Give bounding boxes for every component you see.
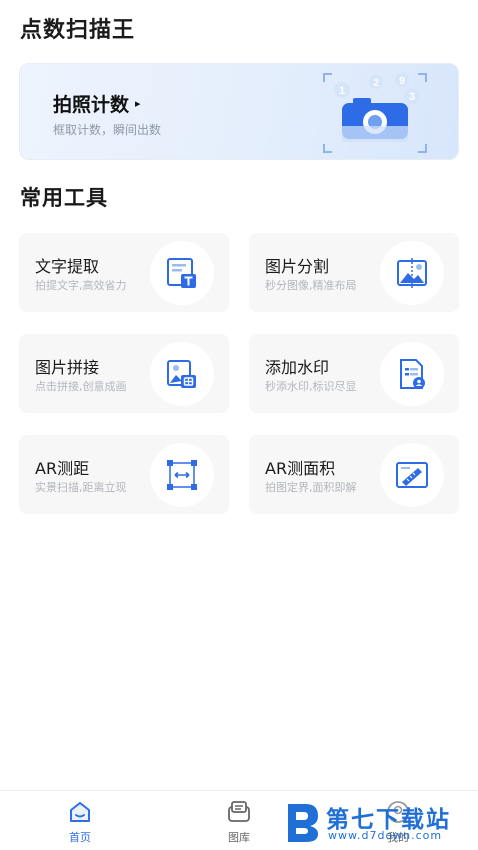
- tool-name: AR测距: [35, 459, 90, 478]
- tool-name: AR测面积: [265, 459, 336, 478]
- tool-name: 图片拼接: [35, 358, 100, 377]
- banner-subtitle: 框取计数，瞬间出数: [53, 123, 162, 137]
- tools-section-title: 常用工具: [20, 186, 108, 210]
- tool-card-add-watermark[interactable]: 添加水印 秒添水印,标识尽显: [249, 334, 459, 413]
- art-digit: 3: [409, 91, 415, 103]
- home-icon: [70, 802, 90, 822]
- tool-card-ar-area[interactable]: AR测面积 拍图定界,面积即解: [249, 435, 459, 514]
- art-digit: 2: [373, 78, 379, 89]
- photo-count-banner[interactable]: 拍照计数 ▸ 框取计数，瞬间出数 1 2 9 3: [19, 63, 459, 160]
- watermark-url: www.d7down.com: [328, 829, 443, 842]
- site-watermark: 第七下载站 www.d7down.com: [282, 796, 478, 850]
- tool-card-ar-distance[interactable]: AR测距 实景扫描,距离立现: [19, 435, 229, 514]
- watermark-doc-icon: [380, 342, 444, 406]
- ar-area-icon: [380, 443, 444, 507]
- image-stitch-icon: [150, 342, 214, 406]
- tool-desc: 点击拼接,创意成画: [35, 380, 127, 393]
- art-digit: 1: [339, 85, 345, 97]
- text-extract-icon: [150, 241, 214, 305]
- tab-home[interactable]: 首页: [50, 799, 110, 845]
- banner-title: 拍照计数 ▸: [53, 90, 141, 117]
- tool-desc: 秒添水印,标识尽显: [265, 380, 357, 393]
- play-arrow-icon: ▸: [135, 97, 141, 110]
- tool-name: 文字提取: [35, 257, 100, 276]
- tool-desc: 实景扫描,距离立现: [35, 481, 127, 494]
- tab-label: 首页: [69, 831, 91, 844]
- tab-label: 图库: [228, 831, 250, 844]
- tool-name: 添加水印: [265, 358, 330, 377]
- banner-title-text: 拍照计数: [53, 94, 130, 116]
- tool-desc: 拍图定界,面积即解: [265, 481, 357, 494]
- tool-card-image-split[interactable]: 图片分割 秒分图像,精准布局: [249, 233, 459, 312]
- image-split-icon: [380, 241, 444, 305]
- tool-desc: 秒分图像,精准布局: [265, 279, 357, 292]
- tool-card-text-extract[interactable]: 文字提取 拍提文字,高效省力: [19, 233, 229, 312]
- app-title: 点数扫描王: [20, 18, 136, 43]
- tab-gallery[interactable]: 图库: [209, 799, 269, 845]
- tool-card-image-stitch[interactable]: 图片拼接 点击拼接,创意成画: [19, 334, 229, 413]
- gallery-icon: [228, 801, 250, 822]
- art-digit: 9: [399, 76, 405, 87]
- tool-desc: 拍提文字,高效省力: [35, 279, 127, 292]
- tool-name: 图片分割: [265, 257, 330, 276]
- scan-camera-illustration: 1 2 9 3: [323, 73, 427, 153]
- ar-ruler-icon: [150, 443, 214, 507]
- watermark-logo-icon: [288, 804, 318, 842]
